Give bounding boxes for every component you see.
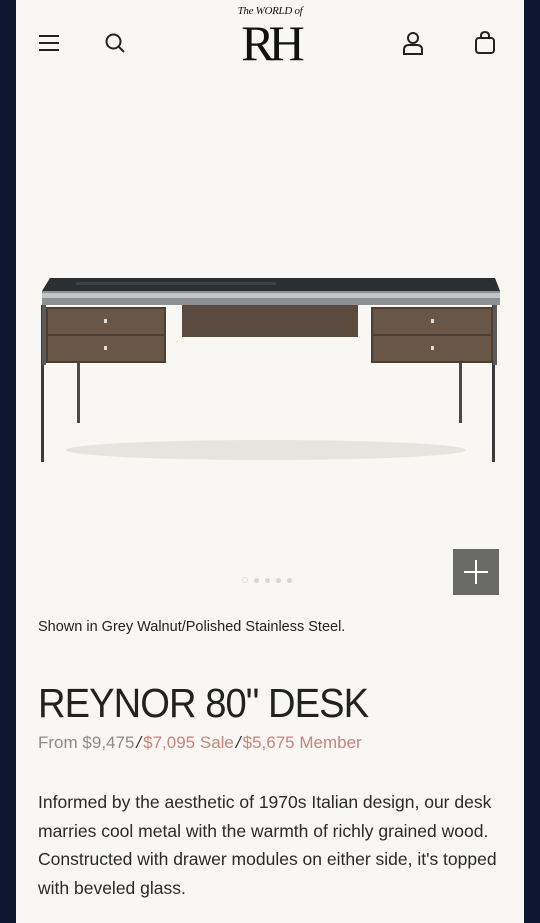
- price-line: From $9,475/$7,095 Sale / $5,675 Member: [38, 733, 362, 753]
- product-image[interactable]: [16, 255, 524, 475]
- cart-button[interactable]: [470, 28, 500, 58]
- product-title: REYNOR 80" DESK: [38, 680, 369, 726]
- price-sale: $7,095 Sale: [143, 733, 234, 752]
- shopping-bag-icon: [475, 31, 495, 54]
- menu-button[interactable]: [34, 28, 64, 58]
- logo-wordmark: RH: [241, 15, 304, 71]
- price-separator: /: [235, 733, 241, 752]
- search-icon: [105, 33, 125, 53]
- search-button[interactable]: [100, 28, 130, 58]
- gallery-dot-1[interactable]: [242, 577, 248, 583]
- zoom-button[interactable]: [453, 549, 499, 595]
- gallery-dot-3[interactable]: [265, 577, 270, 583]
- price-from-label: From: [38, 733, 78, 752]
- price-member: $5,675 Member: [242, 733, 362, 752]
- gallery-dot-4[interactable]: [276, 577, 281, 583]
- account-button[interactable]: [398, 28, 428, 58]
- gallery-dot-5[interactable]: [287, 577, 292, 583]
- site-header: The WORLD of RH: [16, 0, 524, 90]
- menu-icon: [39, 35, 59, 51]
- product-description: Informed by the aesthetic of 1970s Itali…: [38, 792, 497, 898]
- image-caption: Shown in Grey Walnut/Polished Stainless …: [38, 619, 346, 635]
- account-icon: [403, 32, 423, 55]
- price-separator: /: [136, 733, 142, 752]
- gallery-dot-2[interactable]: [254, 577, 259, 583]
- price-regular: $9,475: [82, 733, 135, 752]
- rh-logo[interactable]: The WORLD of RH: [230, 6, 310, 80]
- plus-icon: [464, 560, 488, 584]
- gallery-pagination: [242, 577, 292, 583]
- product-page: The WORLD of RH Shown in Grey Walnut/Pol…: [16, 0, 524, 923]
